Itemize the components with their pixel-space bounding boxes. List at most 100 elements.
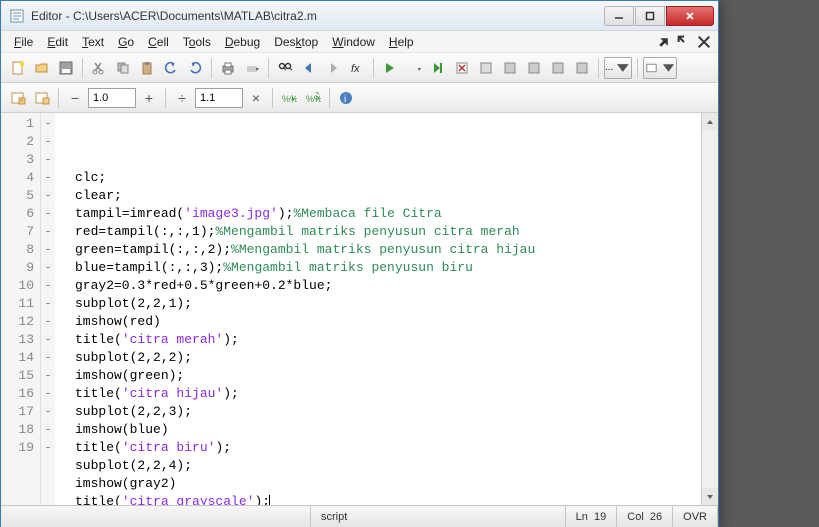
insert-cell-button[interactable]: + (7, 87, 29, 109)
code-line[interactable]: imshow(blue) (75, 421, 718, 439)
menu-desktop[interactable]: Desktop (267, 33, 325, 51)
editor-window: Editor - C:\Users\ACER\Documents\MATLAB\… (0, 0, 719, 527)
back-button[interactable] (298, 57, 320, 79)
copy-button[interactable] (112, 57, 134, 79)
open-file-button[interactable] (31, 57, 53, 79)
code-line[interactable]: title('citra hijau'); (75, 385, 718, 403)
advance-percent-2-button[interactable]: %% (302, 87, 324, 109)
redo-button[interactable] (184, 57, 206, 79)
new-file-button[interactable] (7, 57, 29, 79)
breakpoint-marker[interactable]: - (41, 151, 55, 169)
breakpoint-column[interactable]: ------------------- (41, 113, 55, 505)
find-button[interactable] (274, 57, 296, 79)
breakpoint-marker[interactable]: - (41, 169, 55, 187)
step-button[interactable] (523, 57, 545, 79)
menu-cell[interactable]: Cell (141, 33, 176, 51)
code-line[interactable]: gray2=0.3*red+0.5*green+0.2*blue; (75, 277, 718, 295)
menu-tools[interactable]: Tools (176, 33, 218, 51)
breakpoint-marker[interactable]: - (41, 223, 55, 241)
vertical-scrollbar[interactable] (701, 113, 718, 505)
code-line[interactable]: subplot(2,2,4); (75, 457, 718, 475)
breakpoint-marker[interactable]: - (41, 349, 55, 367)
breakpoint-marker[interactable]: - (41, 115, 55, 133)
menu-edit[interactable]: Edit (40, 33, 75, 51)
paste-button[interactable] (136, 57, 158, 79)
code-line[interactable]: title('citra merah'); (75, 331, 718, 349)
code-line[interactable]: clc; (75, 169, 718, 187)
run-section-button[interactable] (403, 57, 425, 79)
menu-help[interactable]: Help (382, 33, 421, 51)
close-button[interactable] (666, 6, 714, 26)
more-actions-button[interactable]: ... (604, 57, 632, 79)
code-line[interactable]: subplot(2,2,3); (75, 403, 718, 421)
code-line[interactable]: subplot(2,2,1); (75, 295, 718, 313)
decrement-button[interactable]: − (64, 87, 86, 109)
code-line[interactable]: red=tampil(:,:,1);%Mengambil matriks pen… (75, 223, 718, 241)
dock-icon[interactable] (656, 34, 672, 50)
inner-close-icon[interactable] (696, 34, 712, 50)
breakpoint-marker[interactable]: - (41, 295, 55, 313)
menu-debug[interactable]: Debug (218, 33, 267, 51)
editor-area[interactable]: 12345678910111213141516171819 ----------… (1, 113, 718, 505)
breakpoint-marker[interactable]: - (41, 277, 55, 295)
breakpoint-marker[interactable]: - (41, 313, 55, 331)
code-line[interactable]: clear; (75, 187, 718, 205)
set-breakpoint-button[interactable] (475, 57, 497, 79)
print-preview-button[interactable] (241, 57, 263, 79)
run-button[interactable] (379, 57, 401, 79)
breakpoint-marker[interactable]: - (41, 367, 55, 385)
code-line[interactable]: title('citra biru'); (75, 439, 718, 457)
code-content[interactable]: clc;clear;tampil=imread('image3.jpg');%M… (55, 113, 718, 505)
advance-percent-button[interactable]: %% (278, 87, 300, 109)
code-line[interactable]: imshow(red) (75, 313, 718, 331)
breakpoint-marker[interactable]: - (41, 403, 55, 421)
menu-file[interactable]: File (7, 33, 40, 51)
status-col: Col 26 (617, 506, 673, 527)
code-line[interactable]: blue=tampil(:,:,3);%Mengambil matriks pe… (75, 259, 718, 277)
breakpoint-marker[interactable]: - (41, 133, 55, 151)
clear-breakpoints-button[interactable] (451, 57, 473, 79)
cell-divider-button[interactable] (31, 87, 53, 109)
maximize-button[interactable] (635, 6, 665, 26)
breakpoint-marker[interactable]: - (41, 385, 55, 403)
undock-icon[interactable] (676, 34, 692, 50)
code-line[interactable]: tampil=imread('image3.jpg');%Membaca fil… (75, 205, 718, 223)
code-line[interactable]: imshow(gray2) (75, 475, 718, 493)
divide-button[interactable]: ÷ (171, 87, 193, 109)
code-line[interactable]: green=tampil(:,:,2);%Mengambil matriks p… (75, 241, 718, 259)
increment-button[interactable]: + (138, 87, 160, 109)
breakpoint-marker[interactable]: - (41, 241, 55, 259)
breakpoint-marker[interactable]: - (41, 205, 55, 223)
undo-button[interactable] (160, 57, 182, 79)
scroll-up-icon[interactable] (702, 113, 718, 130)
code-line[interactable]: imshow(green); (75, 367, 718, 385)
menu-text[interactable]: Text (75, 33, 111, 51)
breakpoint-marker[interactable]: - (41, 421, 55, 439)
code-line[interactable]: subplot(2,2,2); (75, 349, 718, 367)
menu-window[interactable]: Window (325, 33, 382, 51)
breakpoint-marker[interactable]: - (41, 259, 55, 277)
scroll-down-icon[interactable] (702, 488, 718, 505)
cut-button[interactable] (88, 57, 110, 79)
breakpoint-marker[interactable]: - (41, 187, 55, 205)
menu-go[interactable]: Go (111, 33, 141, 51)
step-out-button[interactable] (571, 57, 593, 79)
breakpoint-marker[interactable]: - (41, 439, 55, 457)
code-line[interactable]: title('citra grayscale'); (75, 493, 718, 505)
function-button[interactable]: fx (346, 57, 368, 79)
step-in-button[interactable] (547, 57, 569, 79)
breakpoint-marker[interactable]: - (41, 331, 55, 349)
window-controls (604, 6, 714, 26)
enable-breakpoint-button[interactable] (499, 57, 521, 79)
status-ovr[interactable]: OVR (673, 506, 718, 527)
zoom-input[interactable] (88, 88, 136, 108)
info-button[interactable]: i (335, 87, 357, 109)
step-input[interactable] (195, 88, 243, 108)
minimize-button[interactable] (604, 6, 634, 26)
forward-button[interactable] (322, 57, 344, 79)
multiply-button[interactable]: × (245, 87, 267, 109)
save-button[interactable] (55, 57, 77, 79)
print-button[interactable] (217, 57, 239, 79)
stack-button[interactable] (643, 57, 677, 79)
run-advance-button[interactable] (427, 57, 449, 79)
